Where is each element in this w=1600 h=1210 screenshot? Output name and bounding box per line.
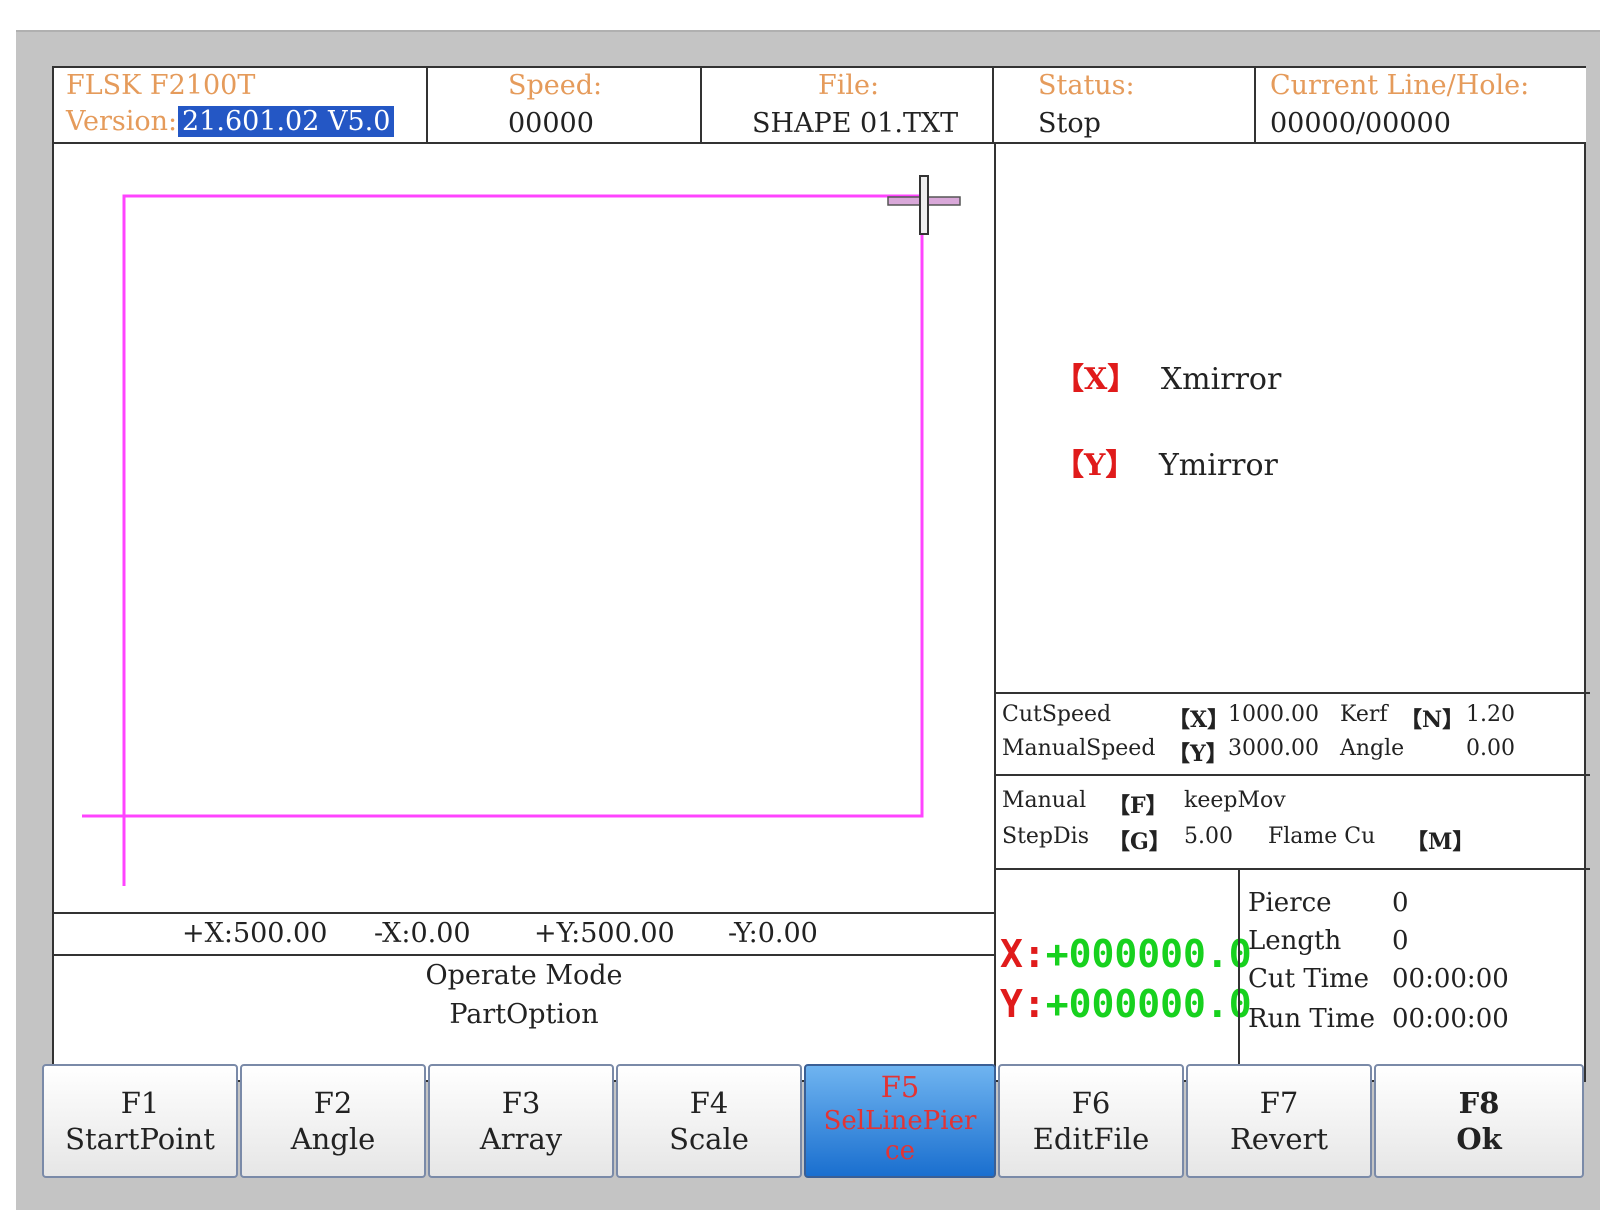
f6-label: EditFile <box>1032 1122 1150 1156</box>
y-position-axis: Y: <box>1000 982 1046 1026</box>
f3-label: Array <box>479 1122 563 1156</box>
f6-key: F6 <box>1071 1086 1111 1120</box>
product-name: FLSK F2100T <box>66 70 256 101</box>
status-label: Status: <box>1038 70 1135 101</box>
f2-angle-button[interactable]: F2 Angle <box>240 1064 426 1178</box>
pierce-label: Pierce <box>1248 888 1332 918</box>
y-position-value: +000000.0 <box>1045 982 1252 1026</box>
line-cell: Current Line/Hole: 00000/00000 <box>1256 68 1586 144</box>
x-mirror-option[interactable]: 【X】 Xmirror <box>1054 354 1281 398</box>
plus-y-limit: +Y:500.00 <box>534 918 675 949</box>
f7-revert-button[interactable]: F7 Revert <box>1186 1064 1372 1178</box>
manual-speed-value: 3000.00 <box>1228 736 1319 761</box>
angle-value: 0.00 <box>1466 736 1515 761</box>
cut-time-value: 00:00:00 <box>1392 964 1509 994</box>
f7-key: F7 <box>1259 1086 1299 1120</box>
cut-time-label: Cut Time <box>1248 964 1370 994</box>
manual-speed-key: 【Y】 <box>1168 741 1228 767</box>
version-label: Version: <box>66 106 178 137</box>
shape-preview <box>54 144 994 912</box>
version-value: 21.601.02 V5.0 <box>178 106 395 137</box>
cnc-screen: FLSK F2100T Version: 21.601.02 V5.0 Spee… <box>52 66 1590 1082</box>
flame-cut-label: Flame Cu <box>1268 824 1376 849</box>
run-time-value: 00:00:00 <box>1392 1004 1509 1034</box>
status-value: Stop <box>1038 108 1101 139</box>
file-cell: File: SHAPE 01.TXT <box>702 68 994 144</box>
manual-mode-key: 【F】 <box>1108 793 1168 819</box>
flame-cut-key: 【M】 <box>1406 829 1475 855</box>
cut-speed-key: 【X】 <box>1168 707 1230 733</box>
limit-bar: +X:500.00 -X:0.00 +Y:500.00 -Y:0.00 <box>54 912 994 956</box>
file-label: File: <box>818 70 880 101</box>
y-mirror-option[interactable]: 【Y】 Ymirror <box>1054 440 1278 484</box>
pierce-value: 0 <box>1392 888 1409 918</box>
speed-cell: Speed: 00000 <box>428 68 702 144</box>
cut-speed-label: CutSpeed <box>1002 702 1112 727</box>
f5-label: SelLinePierce <box>823 1106 977 1166</box>
plus-x-limit: +X:500.00 <box>182 918 328 949</box>
step-dis-label: StepDis <box>1002 824 1089 849</box>
f4-scale-button[interactable]: F4 Scale <box>616 1064 802 1178</box>
manual-mode-value: keepMov <box>1184 788 1286 813</box>
line-label: Current Line/Hole: <box>1270 70 1530 101</box>
status-cell: Status: Stop <box>994 68 1256 144</box>
length-value: 0 <box>1392 926 1409 956</box>
cut-speed-value: 1000.00 <box>1228 702 1319 727</box>
f3-array-button[interactable]: F3 Array <box>428 1064 614 1178</box>
readout-divider <box>1238 868 1240 1082</box>
f4-label: Scale <box>669 1122 749 1156</box>
y-position-readout: Y:+000000.0 <box>1000 982 1252 1026</box>
f1-startpoint-button[interactable]: F1 StartPoint <box>42 1064 238 1178</box>
angle-label: Angle <box>1340 736 1405 761</box>
x-mirror-label: Xmirror <box>1160 362 1282 397</box>
f5-key: F5 <box>880 1070 920 1104</box>
step-dis-key: 【G】 <box>1108 829 1171 855</box>
f6-editfile-button[interactable]: F6 EditFile <box>998 1064 1184 1178</box>
x-position-axis: X: <box>1000 932 1046 976</box>
x-mirror-key: 【X】 <box>1054 362 1138 397</box>
manual-speed-label: ManualSpeed <box>1002 736 1156 761</box>
mirror-panel: 【X】 Xmirror 【Y】 Ymirror <box>994 144 1590 694</box>
speed-label: Speed: <box>508 70 603 101</box>
f3-key: F3 <box>501 1086 541 1120</box>
operate-mode-value: PartOption <box>449 999 599 1030</box>
f2-key: F2 <box>313 1086 353 1120</box>
f7-label: Revert <box>1229 1122 1329 1156</box>
speed-panel: CutSpeed 【X】 1000.00 Kerf 【N】 1.20 Manua… <box>994 692 1590 776</box>
torch-crosshair-icon <box>887 175 961 235</box>
f1-label: StartPoint <box>65 1122 215 1156</box>
y-mirror-label: Ymirror <box>1158 448 1278 483</box>
kerf-value: 1.20 <box>1466 702 1515 727</box>
x-position-readout: X:+000000.0 <box>1000 932 1252 976</box>
x-position-value: +000000.0 <box>1045 932 1252 976</box>
f8-ok-button[interactable]: F8 Ok <box>1374 1064 1584 1178</box>
f1-key: F1 <box>120 1086 160 1120</box>
length-label: Length <box>1248 926 1342 956</box>
rectangle-shape <box>122 194 924 818</box>
f4-key: F4 <box>689 1086 729 1120</box>
minus-y-limit: -Y:0.00 <box>728 918 818 949</box>
operate-mode-title: Operate Mode <box>425 960 623 991</box>
f8-label: Ok <box>1456 1122 1502 1156</box>
run-time-label: Run Time <box>1248 1004 1376 1034</box>
line-value: 00000/00000 <box>1270 108 1451 139</box>
kerf-label: Kerf <box>1340 702 1388 727</box>
minus-x-limit: -X:0.00 <box>374 918 471 949</box>
speed-value: 00000 <box>508 108 594 139</box>
f5-sel-line-pierce-button[interactable]: F5 SelLinePierce <box>804 1064 996 1178</box>
shape-preview-svg <box>82 175 961 886</box>
f2-label: Angle <box>290 1122 376 1156</box>
f8-key: F8 <box>1458 1086 1500 1120</box>
step-dis-value: 5.00 <box>1184 824 1233 849</box>
kerf-key: 【N】 <box>1400 707 1465 733</box>
product-cell: FLSK F2100T Version: 21.601.02 V5.0 <box>54 68 428 144</box>
readout-panel: X:+000000.0 Y:+000000.0 Pierce 0 Length … <box>994 868 1590 1082</box>
function-key-bar: F1 StartPoint F2 Angle F3 Array F4 Scale… <box>42 1064 1586 1180</box>
file-value: SHAPE 01.TXT <box>752 108 959 139</box>
manual-mode-label: Manual <box>1002 788 1087 813</box>
y-mirror-key: 【Y】 <box>1054 448 1136 483</box>
mode-panel: Manual 【F】 keepMov StepDis 【G】 5.00 Flam… <box>994 774 1590 870</box>
